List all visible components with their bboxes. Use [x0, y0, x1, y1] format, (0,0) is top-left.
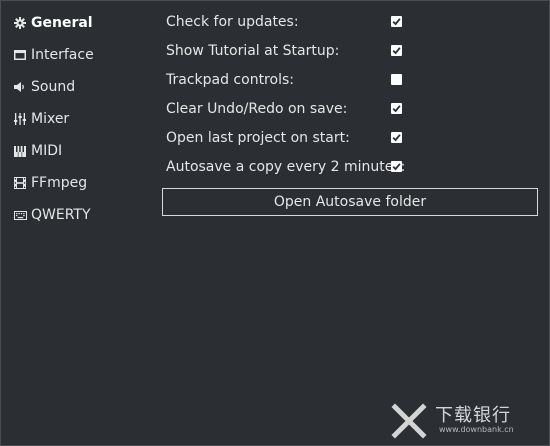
- sidebar-item-ffmpeg[interactable]: FFmpeg: [11, 167, 151, 199]
- watermark: 下载银行 www.downbank.cn: [389, 401, 549, 441]
- setting-trackpad: Trackpad controls:: [162, 65, 412, 94]
- sidebar-item-interface[interactable]: Interface: [11, 39, 151, 71]
- trackpad-checkbox[interactable]: [391, 74, 402, 85]
- piano-icon: [11, 145, 29, 157]
- setting-open-last: Open last project on start:: [162, 123, 412, 152]
- general-settings: Check for updates: Show Tutorial at Star…: [162, 7, 412, 181]
- setting-check-updates: Check for updates:: [162, 7, 412, 36]
- setting-label: Autosave a copy every 2 minutes:: [166, 158, 406, 175]
- keyboard-icon: [11, 210, 29, 220]
- mixer-icon: [11, 113, 29, 125]
- sidebar-item-sound[interactable]: Sound: [11, 71, 151, 103]
- sidebar-item-label: FFmpeg: [31, 175, 88, 191]
- setting-label: Check for updates:: [166, 13, 299, 30]
- sidebar-item-label: MIDI: [31, 143, 63, 159]
- sidebar-item-label: QWERTY: [31, 207, 91, 223]
- watermark-url: www.downbank.cn: [439, 425, 514, 434]
- setting-label: Show Tutorial at Startup:: [166, 42, 340, 59]
- sidebar-item-midi[interactable]: MIDI: [11, 135, 151, 167]
- sidebar-item-general[interactable]: General: [11, 7, 151, 39]
- sidebar-item-label: General: [31, 15, 93, 31]
- film-icon: [11, 177, 29, 189]
- sidebar-item-label: Interface: [31, 47, 94, 63]
- autosave-checkbox[interactable]: [391, 161, 402, 172]
- open-last-checkbox[interactable]: [391, 132, 402, 143]
- open-autosave-folder-button[interactable]: Open Autosave folder: [162, 188, 538, 216]
- show-tutorial-checkbox[interactable]: [391, 45, 402, 56]
- setting-clear-undo: Clear Undo/Redo on save:: [162, 94, 412, 123]
- speaker-icon: [11, 82, 29, 92]
- setting-label: Clear Undo/Redo on save:: [166, 100, 348, 117]
- setting-label: Trackpad controls:: [166, 71, 294, 88]
- setting-show-tutorial: Show Tutorial at Startup:: [162, 36, 412, 65]
- sidebar-item-label: Sound: [31, 79, 76, 95]
- window-icon: [11, 50, 29, 60]
- gear-icon: [11, 17, 29, 29]
- preferences-window: General Interface Sound Mixer MIDI FFmpe…: [0, 0, 550, 446]
- clear-undo-checkbox[interactable]: [391, 103, 402, 114]
- sidebar: General Interface Sound Mixer MIDI FFmpe…: [11, 7, 151, 231]
- check-updates-checkbox[interactable]: [391, 16, 402, 27]
- watermark-text: 下载银行: [435, 405, 511, 426]
- setting-autosave: Autosave a copy every 2 minutes:: [162, 152, 412, 181]
- setting-label: Open last project on start:: [166, 129, 350, 146]
- sidebar-item-qwerty[interactable]: QWERTY: [11, 199, 151, 231]
- sidebar-item-mixer[interactable]: Mixer: [11, 103, 151, 135]
- sidebar-item-label: Mixer: [31, 111, 70, 127]
- watermark-logo-icon: [391, 403, 427, 439]
